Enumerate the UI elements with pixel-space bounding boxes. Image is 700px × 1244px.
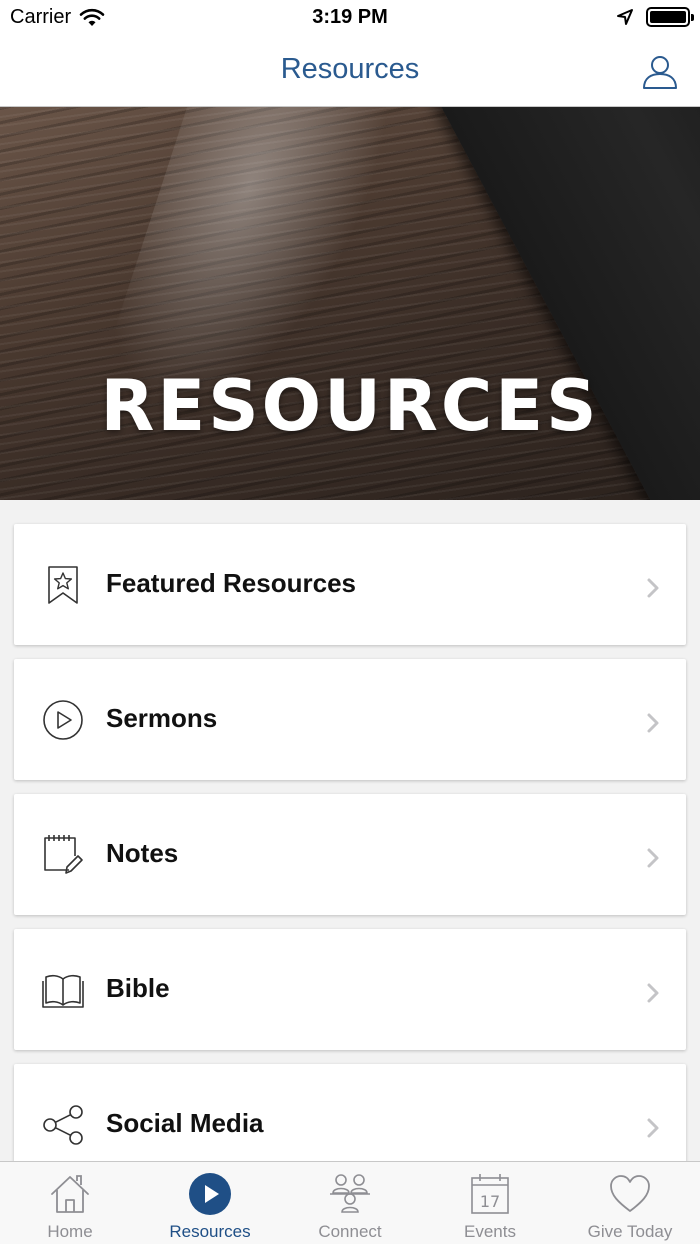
- menu-item-bible[interactable]: Bible: [14, 929, 686, 1050]
- play-circle-icon: [43, 700, 83, 740]
- menu-item-label: Social Media: [106, 1108, 264, 1138]
- menu-item-label: Bible: [106, 973, 170, 1003]
- chevron-right-icon: [647, 578, 659, 598]
- tab-bar: Home Resources Connect 17 Events Give To…: [0, 1161, 700, 1244]
- page-title: Resources: [280, 53, 420, 85]
- share-icon: [43, 1105, 83, 1145]
- tab-label: Resources: [169, 1222, 251, 1241]
- calendar-day: 17: [480, 1192, 500, 1211]
- navigation-bar: Resources: [0, 36, 700, 107]
- tab-label: Give Today: [587, 1222, 673, 1241]
- menu-item-label: Notes: [106, 838, 179, 868]
- menu-item-label: Featured Resources: [106, 568, 356, 598]
- notepad-pencil-icon: [44, 835, 83, 874]
- tab-events[interactable]: 17 Events: [420, 1162, 560, 1244]
- chevron-right-icon: [647, 1118, 659, 1138]
- resources-list: Featured Resources Sermons Notes Bible S…: [14, 524, 686, 1199]
- status-right: [616, 7, 694, 27]
- person-icon[interactable]: [640, 52, 680, 92]
- open-book-icon: [42, 974, 84, 1008]
- tab-label: Home: [47, 1222, 93, 1241]
- menu-item-featured-resources[interactable]: Featured Resources: [14, 524, 686, 645]
- tab-connect[interactable]: Connect: [280, 1162, 420, 1244]
- status-time: 3:19 PM: [312, 6, 388, 28]
- tab-label: Connect: [318, 1222, 382, 1241]
- location-arrow-icon: [617, 9, 633, 25]
- chevron-right-icon: [647, 983, 659, 1003]
- home-icon: [51, 1175, 89, 1213]
- play-circle-filled-icon: [189, 1173, 231, 1215]
- hero-banner: RESOURCES: [0, 107, 700, 500]
- hero-title: RESOURCES: [100, 365, 600, 447]
- menu-item-sermons[interactable]: Sermons: [14, 659, 686, 780]
- tab-resources[interactable]: Resources: [140, 1162, 280, 1244]
- tab-home[interactable]: Home: [0, 1162, 140, 1244]
- bookmark-star-icon: [48, 566, 78, 604]
- tab-give-today[interactable]: Give Today: [560, 1162, 700, 1244]
- battery-icon: [646, 7, 694, 27]
- battery-fill: [650, 11, 686, 23]
- menu-item-label: Sermons: [106, 703, 218, 733]
- calendar-icon: 17: [471, 1174, 509, 1214]
- tab-label: Events: [464, 1222, 516, 1241]
- people-group-icon: [330, 1174, 370, 1213]
- chevron-right-icon: [647, 713, 659, 733]
- menu-item-notes[interactable]: Notes: [14, 794, 686, 915]
- status-bar: Carrier 3:19 PM: [0, 0, 700, 36]
- heart-icon: [610, 1175, 650, 1212]
- chevron-right-icon: [647, 848, 659, 868]
